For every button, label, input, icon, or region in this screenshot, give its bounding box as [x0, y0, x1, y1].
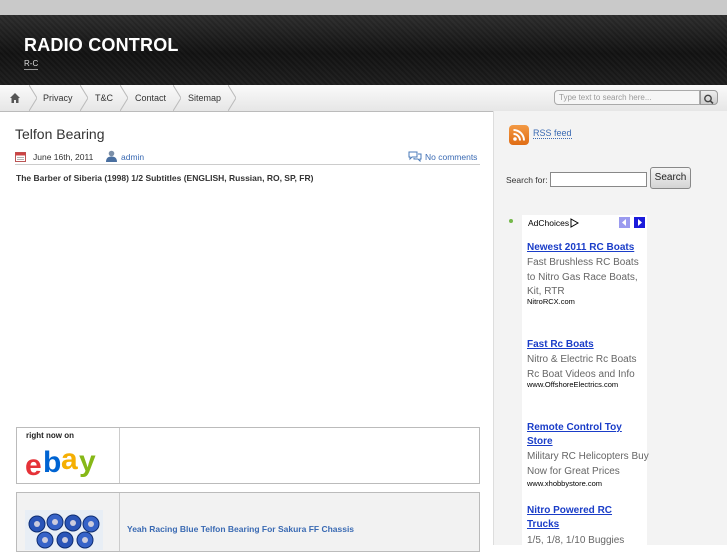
rss-icon[interactable] [509, 125, 529, 145]
comment-icon [408, 151, 422, 162]
ad-url-1[interactable]: NitroRCX.com [527, 297, 575, 306]
header-search-input[interactable]: Type text to search here... [554, 90, 700, 105]
post-title[interactable]: Telfon Bearing [15, 126, 105, 142]
nav-separator [120, 85, 128, 111]
nav-item-contact[interactable]: Contact [135, 85, 166, 111]
bearing-image-icon[interactable] [25, 510, 103, 550]
ad-title-1[interactable]: Newest 2011 RC Boats [527, 241, 645, 255]
top-strip [0, 0, 727, 15]
nav-separator [173, 85, 181, 111]
ad-desc-2: Nitro & Electric Rc Boats Rc Boat Videos… [527, 354, 637, 380]
adchoices-icon[interactable] [570, 218, 579, 228]
ad-url-2[interactable]: www.OffshoreElectrics.com [527, 380, 618, 389]
nav-separator [29, 85, 37, 111]
post-meta: June 16th, 2011 admin No comments [15, 149, 480, 165]
calendar-icon [15, 152, 26, 162]
widget-divider [119, 428, 120, 483]
user-icon [106, 150, 117, 162]
nav-item-sitemap[interactable]: Sitemap [188, 85, 221, 111]
svg-text:y: y [79, 445, 96, 478]
ad-desc-4: 1/5, 1/8, 1/10 Buggies [527, 535, 625, 546]
post-author-link[interactable]: admin [121, 152, 144, 162]
sidebar-search-input[interactable] [550, 172, 647, 187]
post-date: June 16th, 2011 [33, 152, 94, 162]
site-header: RADIO CONTROL R-C [0, 15, 727, 85]
ad-url-3[interactable]: www.xhobbystore.com [527, 479, 602, 488]
ebay-logo-icon[interactable]: e b a y [23, 442, 107, 480]
nav-item-privacy[interactable]: Privacy [43, 85, 73, 111]
nav-separator [80, 85, 88, 111]
search-label: Search for: [506, 175, 548, 185]
svg-text:e: e [25, 449, 41, 480]
product-title-link[interactable]: Yeah Racing Blue Telfon Bearing For Saku… [127, 524, 354, 534]
nav-item-tc[interactable]: T&C [95, 85, 113, 111]
widget-divider [119, 493, 120, 551]
magnifier-icon [704, 94, 714, 105]
rss-glyph-icon [513, 129, 525, 141]
header-search-button[interactable] [700, 90, 718, 105]
ad-title-4[interactable]: Nitro Powered RC Trucks [527, 504, 645, 532]
rss-feed-link[interactable]: RSS feed [533, 128, 572, 139]
nav-separator [228, 85, 236, 111]
svg-text:a: a [61, 443, 78, 476]
ad-next-arrow-icon[interactable] [634, 217, 645, 228]
ad-desc-3: Military RC Helicopters Buy Now for Grea… [527, 451, 649, 477]
post-body: The Barber of Siberia (1998) 1/2 Subtitl… [16, 173, 314, 183]
ad-desc-1: Fast Brushless RC Boats to Nitro Gas Rac… [527, 257, 639, 297]
site-description: R-C [24, 59, 39, 70]
adchoices-label[interactable]: AdChoices [528, 218, 569, 228]
sidebar-search-button[interactable]: Search [650, 167, 691, 189]
ad-title-2[interactable]: Fast Rc Boats [527, 338, 645, 352]
ad-block: AdChoices Newest 2011 RC Boats Fast Brus… [522, 215, 649, 546]
ad-title-3[interactable]: Remote Control Toy Store [527, 421, 645, 449]
home-icon[interactable] [9, 92, 21, 104]
product-listing[interactable]: Yeah Racing Blue Telfon Bearing For Saku… [16, 492, 480, 552]
svg-text:b: b [43, 446, 61, 479]
comments-link[interactable]: No comments [425, 152, 477, 162]
ebay-label: right now on [26, 431, 74, 440]
ad-prev-arrow-icon[interactable] [619, 217, 630, 228]
list-bullet-icon [509, 219, 513, 223]
site-title[interactable]: RADIO CONTROL [24, 35, 179, 56]
ebay-widget: right now on e b a y [16, 427, 480, 484]
